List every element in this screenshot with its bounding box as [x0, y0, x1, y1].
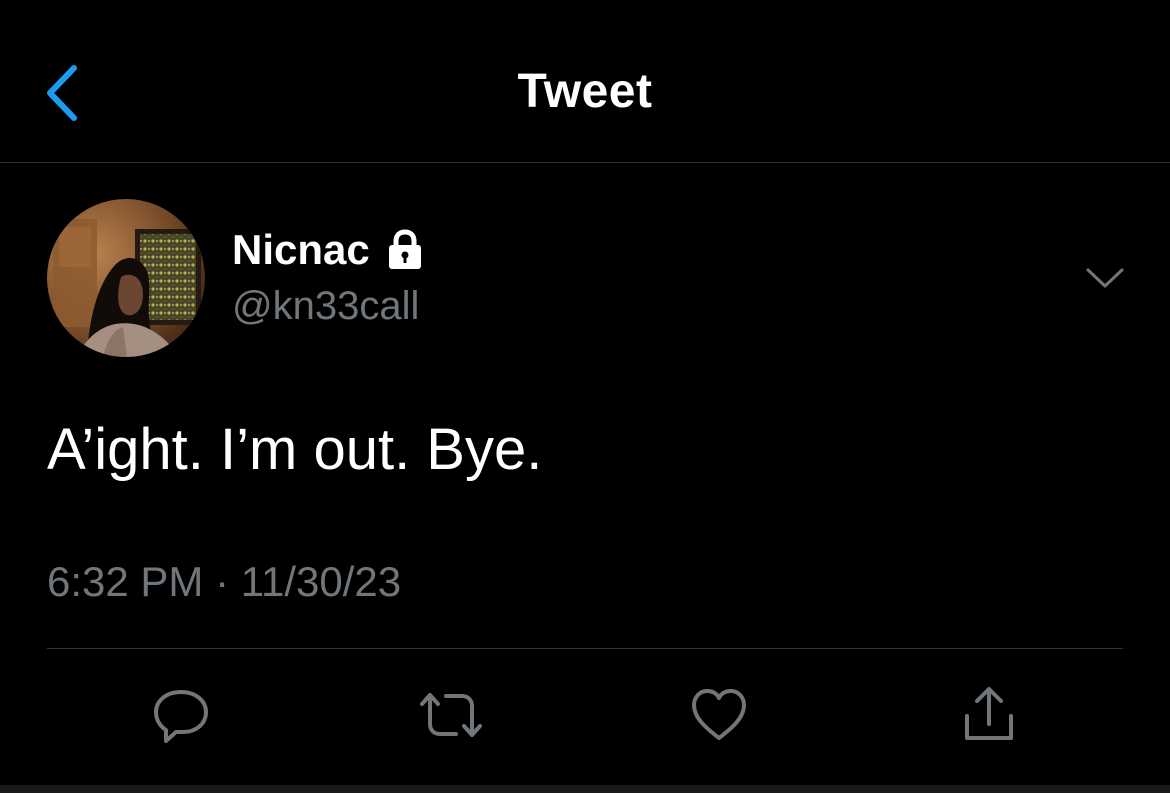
author-handle[interactable]: @kn33call — [232, 284, 419, 329]
retweet-button[interactable] — [416, 680, 486, 750]
heart-icon — [692, 689, 746, 740]
page-title: Tweet — [517, 65, 653, 118]
divider — [47, 648, 1123, 649]
share-icon — [965, 687, 1013, 740]
bottom-edge — [0, 785, 1170, 793]
like-button[interactable] — [684, 680, 754, 750]
tweet-timestamp[interactable]: 6:32 PM · 11/30/23 — [47, 558, 401, 606]
tweet-text: A’ight. I’m out. Bye. — [47, 417, 543, 482]
avatar[interactable] — [47, 199, 205, 357]
tweet-actions-bar — [0, 680, 1170, 750]
chevron-down-icon — [1086, 268, 1124, 288]
lock-icon — [384, 229, 426, 271]
reply-icon — [154, 690, 208, 743]
reply-button[interactable] — [146, 680, 216, 750]
profile-photo — [47, 199, 205, 357]
author-name[interactable]: Nicnac — [232, 226, 426, 274]
more-options-button[interactable] — [1084, 262, 1126, 294]
top-navigation-bar: Tweet — [0, 0, 1170, 163]
retweet-icon — [420, 693, 482, 737]
share-button[interactable] — [954, 680, 1024, 750]
author-display-name: Nicnac — [232, 226, 370, 273]
